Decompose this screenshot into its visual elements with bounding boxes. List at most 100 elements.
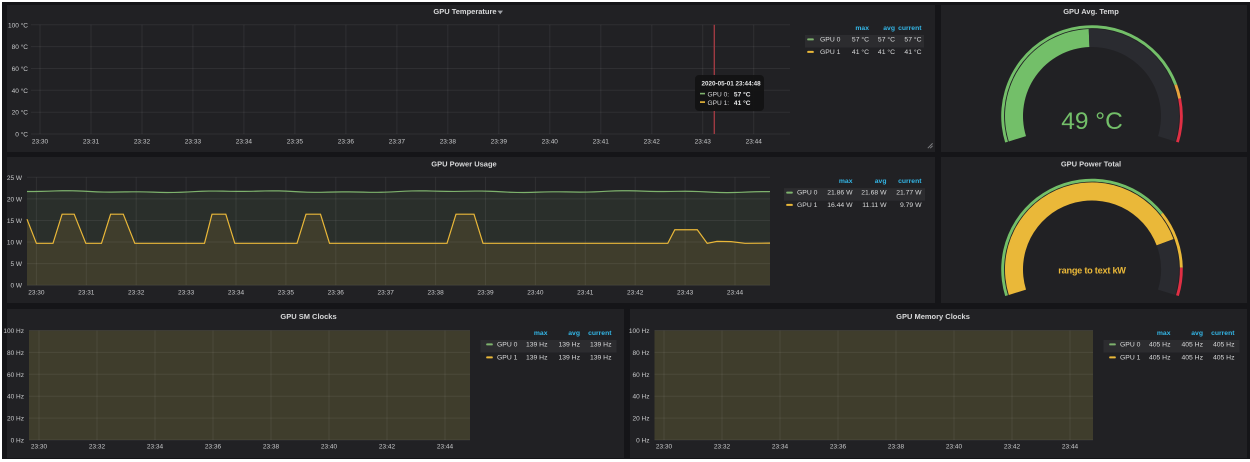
svg-text:GPU SM Clocks: GPU SM Clocks: [280, 312, 336, 321]
svg-text:GPU Power Total: GPU Power Total: [1061, 160, 1121, 169]
svg-text:40 Hz: 40 Hz: [7, 394, 24, 401]
svg-text:23:34: 23:34: [147, 444, 164, 451]
svg-text:23:35: 23:35: [278, 290, 295, 297]
svg-text:GPU Power Usage: GPU Power Usage: [431, 160, 496, 169]
svg-text:405 Hz: 405 Hz: [1181, 355, 1203, 362]
svg-text:23:34: 23:34: [236, 139, 253, 146]
svg-text:139 Hz: 139 Hz: [558, 355, 580, 362]
svg-text:23:36: 23:36: [338, 139, 355, 146]
svg-text:405 Hz: 405 Hz: [1212, 342, 1234, 349]
svg-text:23:33: 23:33: [185, 139, 202, 146]
svg-text:23:32: 23:32: [89, 444, 106, 451]
svg-text:GPU 1: GPU 1: [797, 202, 818, 209]
svg-text:139 Hz: 139 Hz: [590, 355, 612, 362]
svg-text:GPU Avg. Temp: GPU Avg. Temp: [1063, 7, 1119, 16]
svg-text:GPU 0: GPU 0: [497, 342, 518, 349]
svg-text:GPU 0: GPU 0: [1120, 342, 1141, 349]
svg-text:23:42: 23:42: [627, 290, 644, 297]
svg-text:23:44: 23:44: [727, 290, 744, 297]
svg-text:100 Hz: 100 Hz: [628, 328, 649, 335]
svg-text:23:40: 23:40: [542, 139, 559, 146]
svg-text:60 Hz: 60 Hz: [632, 372, 649, 379]
svg-text:23:34: 23:34: [228, 290, 245, 297]
svg-text:20 Hz: 20 Hz: [632, 416, 649, 423]
svg-text:23:37: 23:37: [378, 290, 395, 297]
svg-text:0 Hz: 0 Hz: [11, 438, 24, 445]
svg-text:23:36: 23:36: [205, 444, 222, 451]
svg-text:49 °C: 49 °C: [1061, 108, 1123, 135]
svg-text:139 Hz: 139 Hz: [526, 342, 548, 349]
svg-text:GPU 1:: GPU 1:: [708, 100, 730, 107]
svg-text:23:32: 23:32: [713, 444, 730, 451]
svg-text:20 W: 20 W: [7, 196, 23, 203]
svg-text:avg: avg: [875, 178, 887, 185]
svg-text:23:41: 23:41: [577, 290, 594, 297]
svg-text:23:43: 23:43: [695, 139, 712, 146]
svg-text:max: max: [855, 25, 869, 32]
svg-text:GPU 1: GPU 1: [820, 49, 841, 56]
svg-text:80 Hz: 80 Hz: [7, 350, 24, 357]
svg-text:23:30: 23:30: [655, 444, 672, 451]
svg-text:23:34: 23:34: [771, 444, 788, 451]
svg-text:max: max: [839, 178, 853, 185]
svg-text:9.79 W: 9.79 W: [900, 202, 922, 209]
svg-text:GPU 0: GPU 0: [820, 37, 841, 44]
svg-text:405 Hz: 405 Hz: [1181, 342, 1203, 349]
svg-text:25 W: 25 W: [7, 175, 23, 182]
svg-text:23:44: 23:44: [746, 139, 763, 146]
svg-text:11.11 W: 11.11 W: [862, 202, 887, 209]
svg-text:23:39: 23:39: [491, 139, 508, 146]
svg-text:23:40: 23:40: [945, 444, 962, 451]
svg-text:GPU 1: GPU 1: [497, 355, 518, 362]
svg-text:23:30: 23:30: [32, 139, 49, 146]
svg-text:40 Hz: 40 Hz: [632, 394, 649, 401]
svg-text:139 Hz: 139 Hz: [558, 342, 580, 349]
svg-text:100 Hz: 100 Hz: [3, 328, 24, 335]
svg-text:21.68 W: 21.68 W: [861, 190, 887, 197]
svg-text:23:40: 23:40: [321, 444, 338, 451]
svg-text:23:38: 23:38: [887, 444, 904, 451]
svg-text:21.86 W: 21.86 W: [827, 190, 853, 197]
svg-text:57 °C: 57 °C: [878, 36, 895, 44]
svg-text:0 Hz: 0 Hz: [636, 438, 649, 445]
svg-text:139 Hz: 139 Hz: [526, 355, 548, 362]
svg-text:avg: avg: [1191, 330, 1203, 337]
svg-text:23:44: 23:44: [1061, 444, 1078, 451]
svg-text:GPU 0:: GPU 0:: [708, 92, 730, 99]
svg-text:23:44: 23:44: [437, 444, 454, 451]
svg-text:23:31: 23:31: [78, 290, 95, 297]
svg-text:23:40: 23:40: [527, 290, 544, 297]
svg-text:41 °C: 41 °C: [734, 99, 751, 107]
svg-text:23:37: 23:37: [389, 139, 406, 146]
svg-text:0 W: 0 W: [10, 283, 22, 290]
svg-text:GPU Temperature: GPU Temperature: [433, 7, 496, 16]
svg-text:40 °C: 40 °C: [12, 87, 29, 95]
svg-text:41 °C: 41 °C: [904, 48, 921, 56]
svg-text:15 W: 15 W: [7, 218, 23, 225]
svg-text:23:43: 23:43: [677, 290, 694, 297]
svg-text:23:32: 23:32: [128, 290, 145, 297]
svg-text:23:38: 23:38: [263, 444, 280, 451]
svg-text:2020-05-01 23:44:48: 2020-05-01 23:44:48: [702, 81, 762, 88]
svg-text:23:33: 23:33: [178, 290, 195, 297]
svg-text:max: max: [1156, 330, 1170, 337]
svg-text:23:36: 23:36: [328, 290, 345, 297]
svg-text:405 Hz: 405 Hz: [1212, 355, 1234, 362]
svg-text:current: current: [1211, 330, 1235, 337]
svg-text:139 Hz: 139 Hz: [590, 342, 612, 349]
svg-text:current: current: [898, 25, 922, 32]
svg-text:23:35: 23:35: [287, 139, 304, 146]
svg-text:405 Hz: 405 Hz: [1148, 355, 1170, 362]
svg-text:10 W: 10 W: [7, 240, 23, 247]
svg-text:23:42: 23:42: [379, 444, 396, 451]
svg-text:41 °C: 41 °C: [878, 48, 895, 56]
svg-text:23:41: 23:41: [593, 139, 610, 146]
svg-text:80 °C: 80 °C: [12, 43, 29, 51]
svg-text:GPU 1: GPU 1: [1120, 355, 1141, 362]
svg-text:23:38: 23:38: [440, 139, 457, 146]
svg-text:41 °C: 41 °C: [852, 48, 869, 56]
svg-text:20 °C: 20 °C: [12, 109, 29, 117]
svg-text:57 °C: 57 °C: [904, 36, 921, 44]
svg-text:23:36: 23:36: [829, 444, 846, 451]
svg-text:16.44 W: 16.44 W: [827, 202, 853, 209]
